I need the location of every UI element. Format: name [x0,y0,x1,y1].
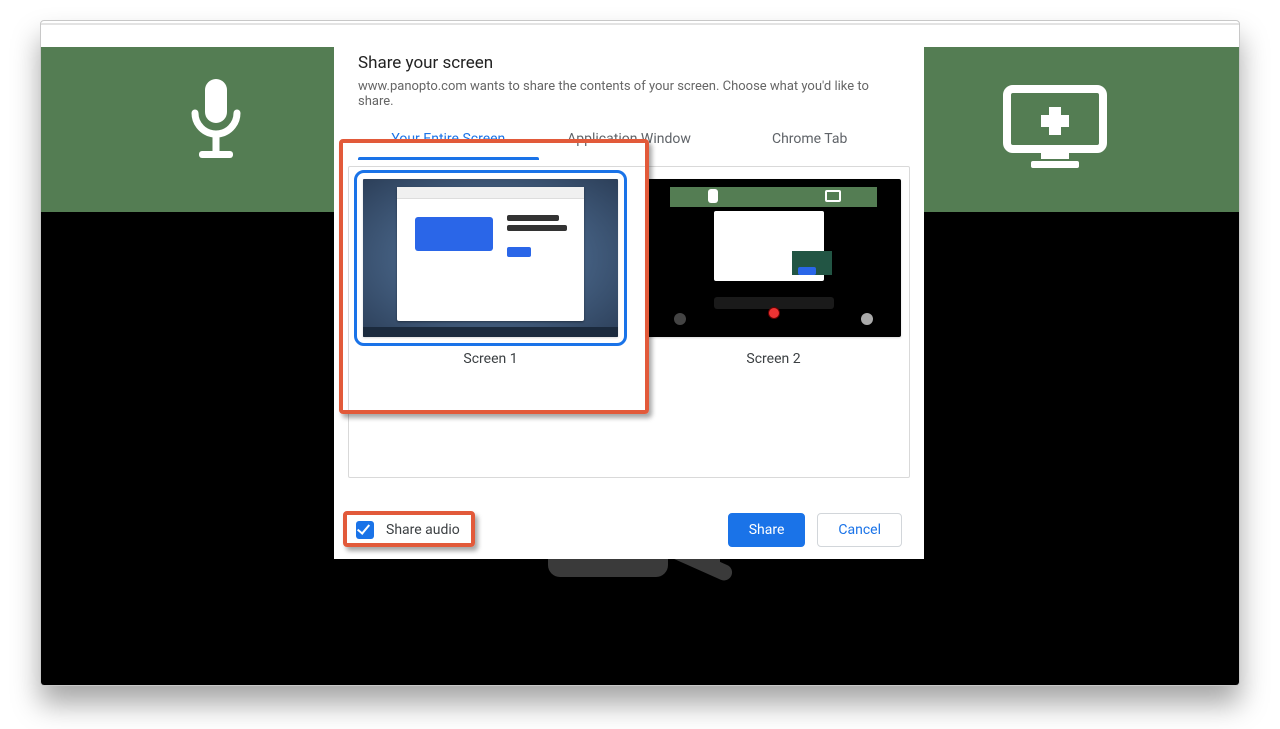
add-monitor-icon[interactable] [1001,83,1109,171]
screen-1-label: Screen 1 [363,351,618,367]
dialog-footer: Share audio Share Cancel [334,501,924,559]
screen-option-2[interactable]: Screen 2 [646,179,901,367]
microphone-icon[interactable] [181,77,251,169]
share-audio-label: Share audio [386,522,460,538]
tab-application-window[interactable]: Application Window [539,121,720,159]
cancel-button[interactable]: Cancel [817,513,902,547]
tabs: Your Entire Screen Application Window Ch… [358,121,900,160]
screen-1-thumbnail[interactable] [363,179,618,337]
share-button[interactable]: Share [728,513,806,547]
share-audio-option[interactable]: Share audio [356,521,460,539]
top-hairline [41,23,1239,25]
dialog-subtitle: www.panopto.com wants to share the conte… [334,79,924,121]
app-panel: Share your screen www.panopto.com wants … [40,20,1240,686]
screen-2-thumbnail[interactable] [646,179,901,337]
share-audio-checkbox[interactable] [356,521,374,539]
screen-option-1[interactable]: Screen 1 [363,179,618,367]
screen-previews: Screen 1 [348,166,910,478]
screen-2-label: Screen 2 [646,351,901,367]
tab-entire-screen[interactable]: Your Entire Screen [358,121,539,159]
share-screen-dialog: Share your screen www.panopto.com wants … [334,31,924,559]
app-screenshot: Share your screen www.panopto.com wants … [0,0,1280,729]
tab-chrome-tab[interactable]: Chrome Tab [719,121,900,159]
dialog-title: Share your screen [334,31,924,79]
